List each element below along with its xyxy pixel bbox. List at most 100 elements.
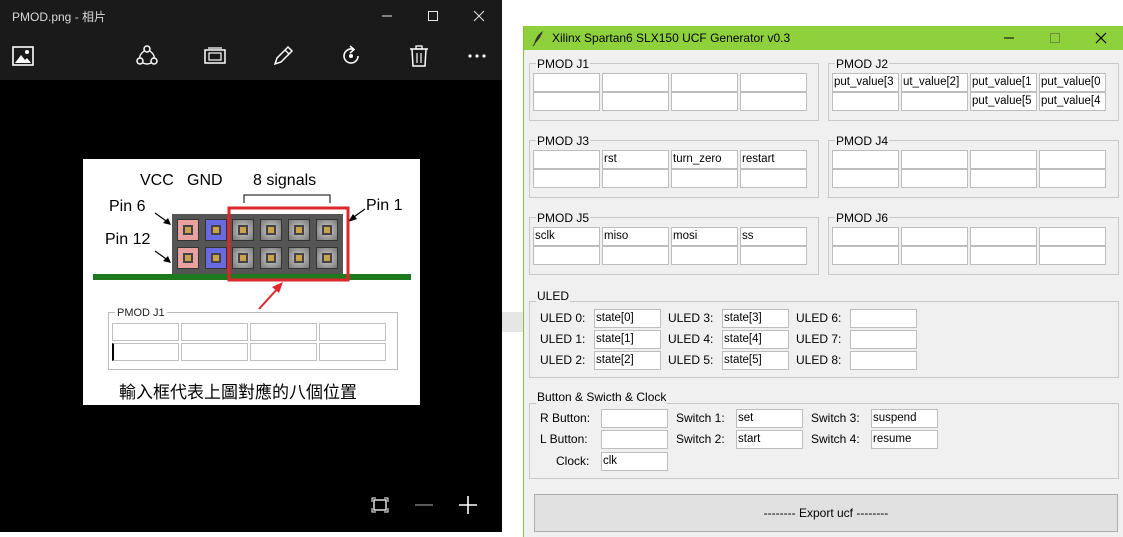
share-icon[interactable] (135, 44, 159, 68)
delete-icon[interactable] (407, 44, 431, 68)
pmod-legend: PMOD J6 (835, 211, 890, 225)
pmod-pin-input[interactable] (740, 73, 807, 92)
gen-minimize-button[interactable] (986, 26, 1032, 50)
pmod-pin-input[interactable] (671, 169, 738, 188)
image-icon[interactable] (11, 44, 35, 68)
signal-pin (288, 247, 310, 269)
pmod-pin-input[interactable] (740, 169, 807, 188)
maximize-icon (1050, 33, 1060, 43)
pmod-pin-input[interactable] (533, 92, 600, 111)
pmod-pin-input[interactable] (970, 169, 1037, 188)
control-label: Switch 1: (676, 411, 725, 425)
fit-screen-button[interactable] (367, 492, 393, 518)
pmod-pin-input[interactable] (901, 150, 968, 169)
ucf-generator-window: Xilinx Spartan6 SLX150 UCF Generator v0.… (523, 26, 1123, 537)
pmod-pin-input[interactable] (832, 150, 899, 169)
edit-icon[interactable] (271, 44, 295, 68)
control-input[interactable] (601, 409, 668, 428)
control-input[interactable]: clk (601, 452, 668, 471)
uled-input[interactable]: state[5] (722, 351, 789, 370)
pmod-pin-input[interactable] (970, 150, 1037, 169)
pmod-pin-input[interactable]: mosi (671, 227, 738, 246)
rotate-icon[interactable] (339, 44, 363, 68)
uled-input[interactable] (850, 309, 917, 328)
maximize-button[interactable] (410, 0, 456, 32)
pmod-pin-input[interactable] (970, 246, 1037, 265)
zoom-out-button[interactable] (411, 492, 437, 518)
pmod-pin-input[interactable] (970, 227, 1037, 246)
maximize-icon (428, 11, 438, 21)
viewer-toolbar (0, 32, 502, 80)
pmod-pin-input[interactable] (832, 227, 899, 246)
pmod-pin-input[interactable]: ut_value[2] (901, 73, 968, 92)
pmod-pin-input[interactable] (671, 73, 738, 92)
pmod-pin-input[interactable] (901, 227, 968, 246)
pmod-pin-input[interactable] (901, 246, 968, 265)
control-input[interactable]: resume (871, 430, 938, 449)
pmod-pin-input[interactable] (533, 150, 600, 169)
mini-cell (250, 323, 317, 341)
pmod-legend: PMOD J1 (536, 57, 591, 71)
photo-viewer-window: PMOD.png - 相片 VCC GND 8 signals Pin 6 Pi… (0, 0, 502, 532)
pmod-pin-input[interactable]: miso (602, 227, 669, 246)
uled-label: ULED 2: (540, 353, 586, 367)
control-input[interactable]: set (736, 409, 803, 428)
uled-input[interactable]: state[3] (722, 309, 789, 328)
pmod-pin-input[interactable]: put_value[0 (1039, 73, 1106, 92)
pmod-pin-input[interactable]: rst (602, 150, 669, 169)
control-label: L Button: (540, 432, 588, 446)
uled-input[interactable] (850, 330, 917, 349)
pmod-pin-input[interactable]: put_value[1 (970, 73, 1037, 92)
pmod-pin-input[interactable] (832, 169, 899, 188)
pmod-pin-input[interactable]: put_value[5 (970, 92, 1037, 111)
pmod-pin-input[interactable] (1039, 169, 1106, 188)
pmod-pin-input[interactable] (901, 169, 968, 188)
uled-input[interactable] (850, 351, 917, 370)
pmod-legend: PMOD J4 (835, 134, 890, 148)
pmod-pin-input[interactable] (740, 246, 807, 265)
control-label: Switch 4: (811, 432, 860, 446)
pmod-pin-input[interactable] (602, 246, 669, 265)
control-input[interactable]: start (736, 430, 803, 449)
pmod-pin-input[interactable] (740, 92, 807, 111)
minimize-button[interactable] (364, 0, 410, 32)
pmod-pin-input[interactable] (832, 92, 899, 111)
pmod-pin-input[interactable]: turn_zero (671, 150, 738, 169)
pmod-pin-input[interactable]: sclk (533, 227, 600, 246)
pmod-pin-input[interactable] (602, 73, 669, 92)
pmod-pin-input[interactable] (671, 92, 738, 111)
pmod-pin-input[interactable] (1039, 227, 1106, 246)
pmod-pin-input[interactable]: put_value[3 (832, 73, 899, 92)
uled-input[interactable]: state[4] (722, 330, 789, 349)
pmod-pin-input[interactable] (671, 246, 738, 265)
slideshow-icon[interactable] (203, 44, 227, 68)
more-icon[interactable] (465, 44, 489, 68)
pmod-pin-input[interactable]: restart (740, 150, 807, 169)
export-ucf-button[interactable]: -------- Export ucf -------- (534, 494, 1118, 532)
zoom-in-button[interactable] (455, 492, 481, 518)
control-input[interactable] (601, 430, 668, 449)
pmod-pin-input[interactable] (901, 92, 968, 111)
pmod-pin-input[interactable] (533, 73, 600, 92)
uled-input[interactable]: state[0] (594, 309, 661, 328)
mini-cell (181, 343, 248, 361)
pmod-pin-input[interactable]: ss (740, 227, 807, 246)
pmod-pin-input[interactable] (602, 169, 669, 188)
control-input[interactable]: suspend (871, 409, 938, 428)
pmod-pin-input[interactable] (1039, 246, 1106, 265)
pmod-pin-input[interactable]: put_value[4 (1039, 92, 1106, 111)
pmod-legend: PMOD J2 (835, 57, 890, 71)
uled-label: ULED 3: (668, 311, 714, 325)
background-window-strip (502, 0, 523, 537)
gen-close-button[interactable] (1078, 26, 1123, 50)
uled-label: ULED 1: (540, 332, 586, 346)
pmod-pin-input[interactable] (602, 92, 669, 111)
pmod-pin-input[interactable] (533, 246, 600, 265)
pmod-pin-input[interactable] (832, 246, 899, 265)
close-button[interactable] (456, 0, 502, 32)
pmod-pin-input[interactable] (533, 169, 600, 188)
uled-input[interactable]: state[2] (594, 351, 661, 370)
uled-input[interactable]: state[1] (594, 330, 661, 349)
pmod-pin-input[interactable] (1039, 150, 1106, 169)
gen-maximize-button[interactable] (1032, 26, 1078, 50)
